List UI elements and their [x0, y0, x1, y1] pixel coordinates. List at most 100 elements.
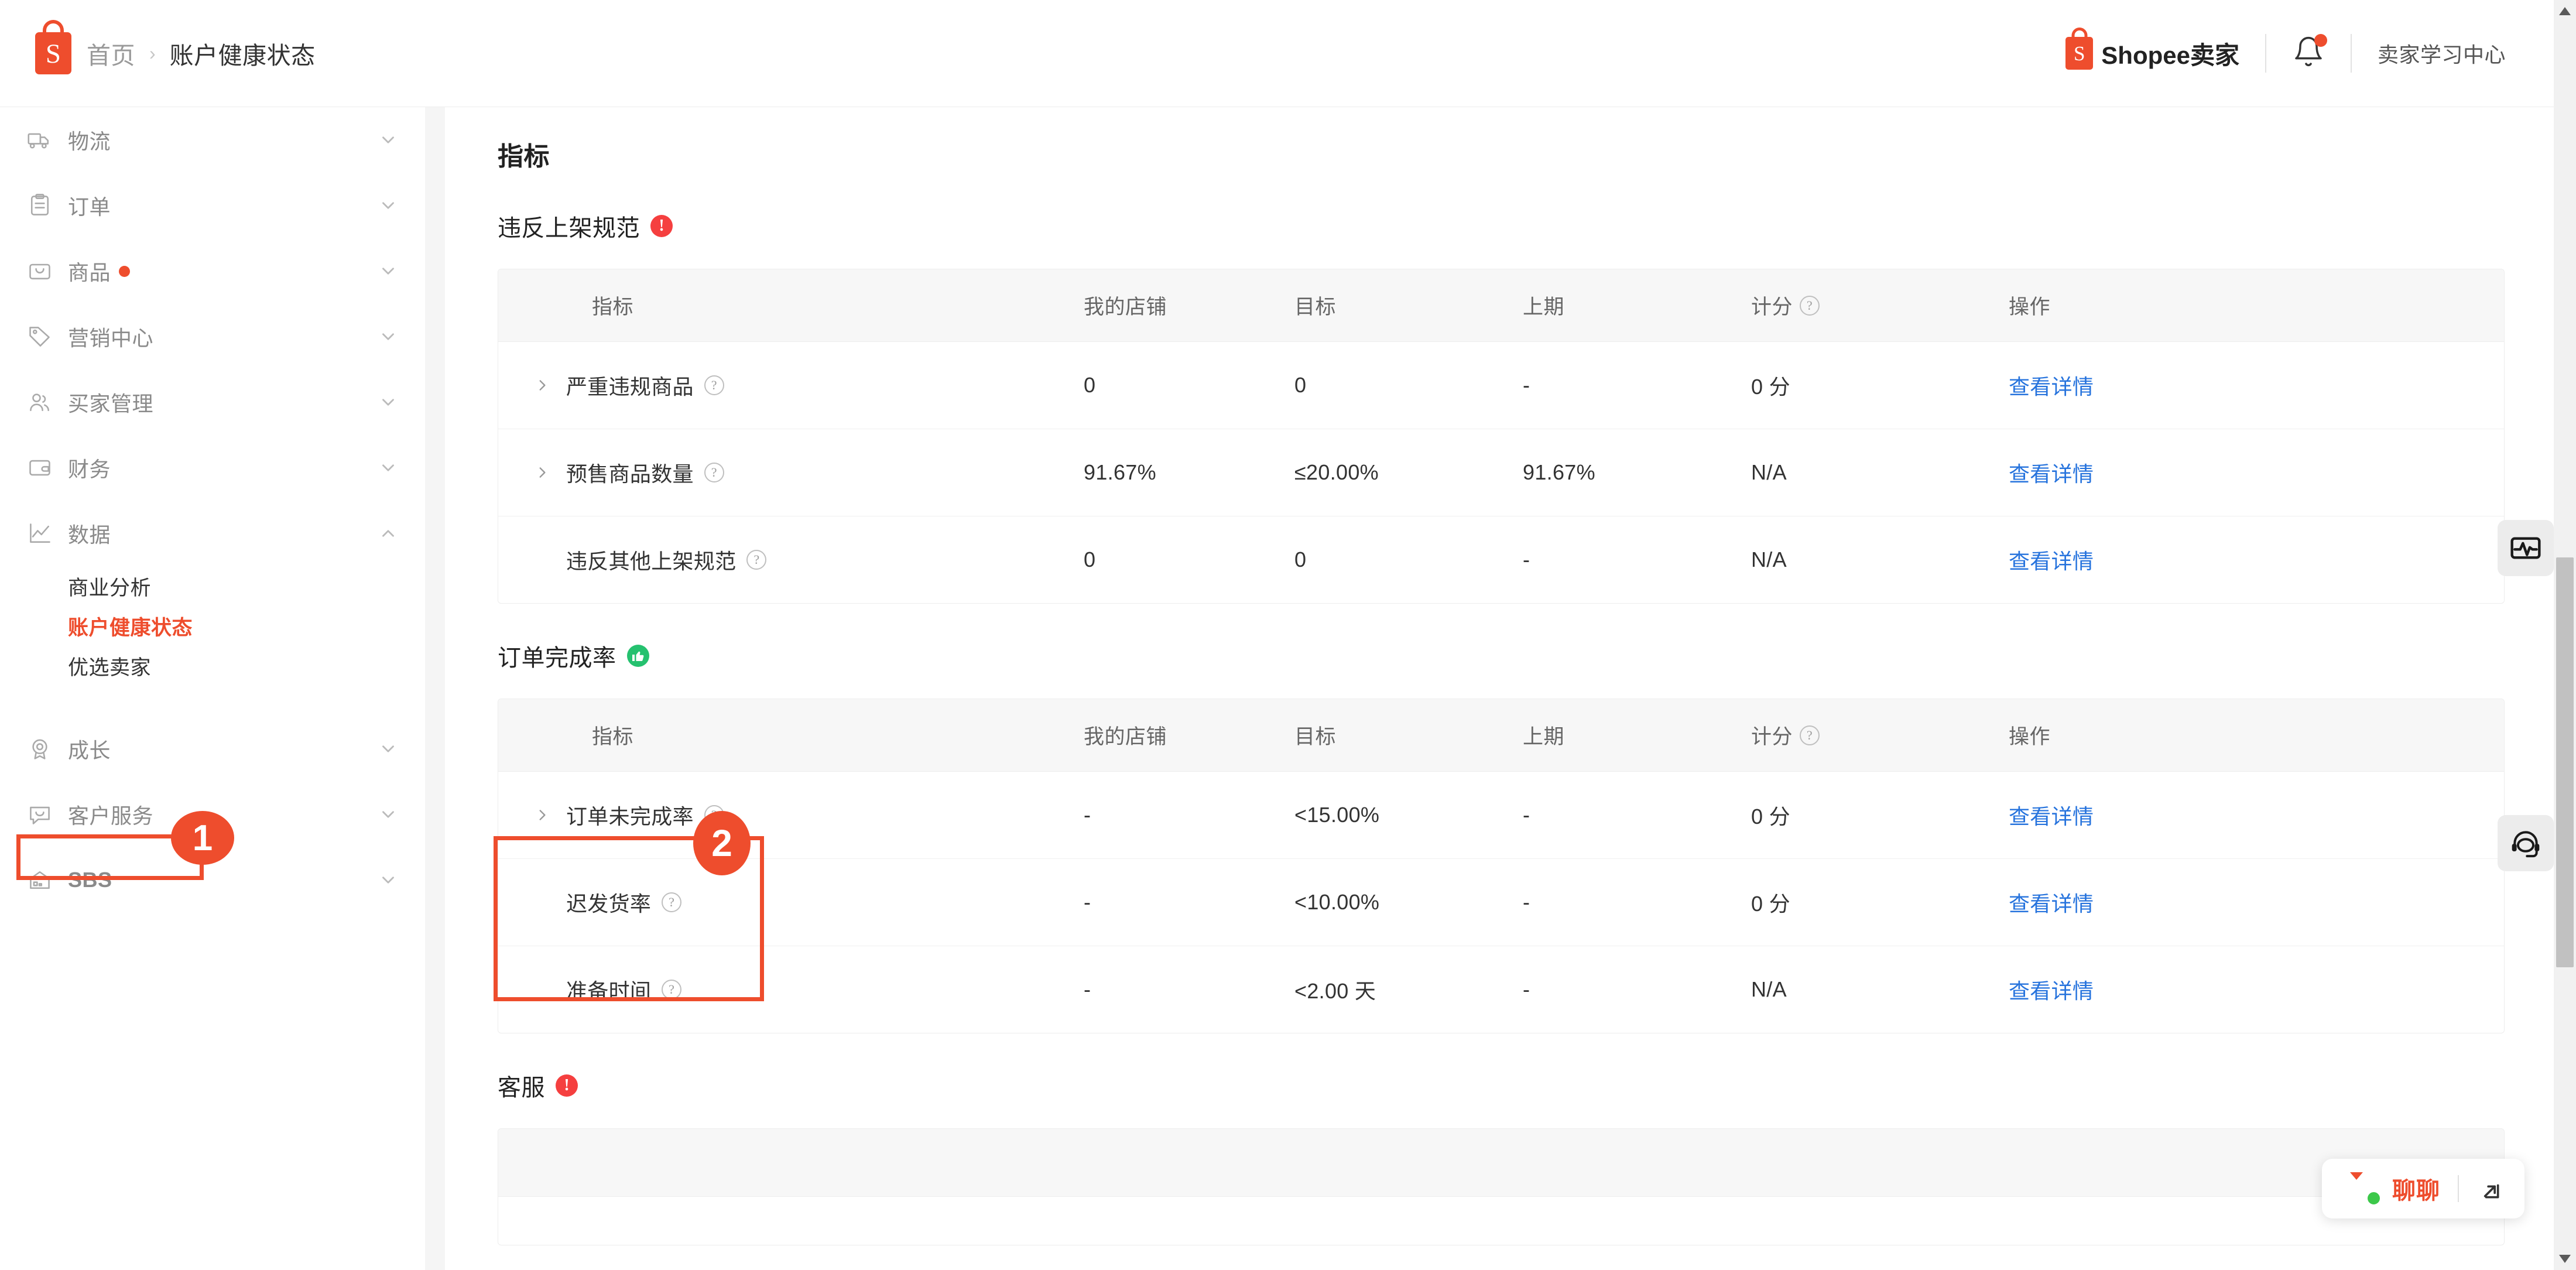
- sidebar-item-products[interactable]: 商品: [0, 238, 425, 304]
- view-details-link[interactable]: 查看详情: [2009, 549, 2094, 573]
- users-icon: [27, 389, 53, 415]
- view-details-link[interactable]: 查看详情: [2009, 462, 2094, 486]
- new-indicator-dot: [119, 266, 130, 277]
- sidebar-gap: [425, 107, 445, 1270]
- cell-target: <10.00%: [1294, 859, 1523, 946]
- sidebar-item-business-analytics[interactable]: 商业分析: [0, 566, 425, 606]
- page-scrollbar[interactable]: [2554, 0, 2576, 1270]
- cell-metric-name: 订单未完成率 ?: [498, 772, 1084, 859]
- sidebar-subitem-label: 商业分析: [68, 571, 151, 601]
- wallet-icon: [27, 455, 53, 481]
- cell-target: 0: [1294, 342, 1523, 429]
- question-circle-icon[interactable]: ?: [746, 550, 766, 570]
- sidebar-item-data[interactable]: 数据: [0, 501, 425, 566]
- cell-previous: -: [1523, 342, 1751, 429]
- chevron-right-icon[interactable]: [535, 465, 560, 480]
- view-details-link[interactable]: 查看详情: [2009, 892, 2094, 916]
- chevron-down-icon[interactable]: [378, 261, 398, 281]
- cell-metric-name: 严重违规商品 ?: [498, 342, 1084, 429]
- sidebar-item-logistics[interactable]: 物流: [0, 107, 425, 173]
- chat-widget[interactable]: 聊聊: [2322, 1159, 2524, 1218]
- question-circle-icon[interactable]: ?: [662, 980, 681, 999]
- chevron-down-icon[interactable]: [378, 327, 398, 347]
- chevron-down-icon[interactable]: [378, 870, 398, 890]
- cell-my-shop: -: [1084, 772, 1294, 859]
- col-header-action: 操作: [2009, 699, 2504, 772]
- view-details-link[interactable]: 查看详情: [2009, 375, 2094, 399]
- chevron-down-icon[interactable]: [378, 805, 398, 824]
- header-right: S Shopee卖家 卖家学习中心: [2065, 0, 2576, 107]
- table-row: 违反其他上架规范 ? 0 0 - N/A 查看详情: [498, 516, 2504, 604]
- cell-previous: -: [1523, 516, 1751, 604]
- sidebar-subitem-label: 优选卖家: [68, 651, 151, 681]
- sidebar-item-buyer-management[interactable]: 买家管理: [0, 369, 425, 435]
- question-circle-icon[interactable]: ?: [1800, 296, 1820, 316]
- scrollbar-thumb[interactable]: [2556, 557, 2574, 967]
- cell-score: N/A: [1751, 946, 2009, 1033]
- sidebar-item-label: 财务: [68, 453, 111, 483]
- sidebar-item-label: SBS: [68, 868, 112, 892]
- sidebar-item-label: 成长: [68, 734, 111, 764]
- cell-action: 查看详情: [2009, 429, 2504, 516]
- headset-support-icon-button[interactable]: [2498, 815, 2554, 871]
- scroll-down-arrow-icon[interactable]: [2554, 1248, 2576, 1270]
- question-circle-icon[interactable]: ?: [704, 463, 724, 482]
- health-pulse-icon: [2509, 532, 2542, 564]
- chevron-up-icon[interactable]: [378, 523, 398, 543]
- shopee-bag-icon[interactable]: S: [35, 32, 71, 74]
- top-header: S 首页 › 账户健康状态 S Shopee卖家 卖家学习中心: [0, 0, 2576, 107]
- cell-metric-name: 准备时间 ?: [498, 946, 1084, 1033]
- thumbs-up-icon: [627, 645, 649, 667]
- section-title: 客服: [498, 1069, 545, 1103]
- sidebar-item-finance[interactable]: 财务: [0, 435, 425, 501]
- view-details-link[interactable]: 查看详情: [2009, 805, 2094, 829]
- scroll-up-arrow-icon[interactable]: [2554, 0, 2576, 22]
- sidebar-item-marketing[interactable]: 营销中心: [0, 304, 425, 369]
- col-header-metric: 指标: [498, 269, 1084, 342]
- cell-previous: -: [1523, 946, 1751, 1033]
- metrics-card-customer-service: [498, 1128, 2505, 1245]
- seller-learning-center-link[interactable]: 卖家学习中心: [2378, 38, 2506, 69]
- page-title: 指标: [498, 135, 2505, 173]
- chevron-down-icon[interactable]: [378, 739, 398, 759]
- metrics-card-order-completion: 指标 我的店铺 目标 上期 计分 ? 操作: [498, 699, 2505, 1033]
- col-header-target: 目标: [1294, 269, 1523, 342]
- metric-label: 准备时间: [566, 974, 651, 1005]
- chevron-down-icon[interactable]: [378, 130, 398, 150]
- table-row: 订单未完成率 ? - <15.00% - 0 分 查看详情: [498, 772, 2504, 859]
- cell-score: 0 分: [1751, 859, 2009, 946]
- expand-arrow-icon[interactable]: [2476, 1176, 2502, 1201]
- notification-bell-icon[interactable]: [2292, 35, 2325, 71]
- view-details-link[interactable]: 查看详情: [2009, 979, 2094, 1003]
- cell-my-shop: 0: [1084, 516, 1294, 604]
- table-header-row: 指标 我的店铺 目标 上期 计分 ? 操作: [498, 269, 2504, 342]
- sidebar-item-preferred-seller[interactable]: 优选卖家: [0, 646, 425, 686]
- col-header-score: 计分 ?: [1751, 269, 2009, 342]
- section-title: 订单完成率: [498, 639, 616, 673]
- chevron-down-icon[interactable]: [378, 196, 398, 215]
- table-row: 预售商品数量 ? 91.67% ≤20.00% 91.67% N/A 查看详情: [498, 429, 2504, 516]
- chevron-right-icon[interactable]: [535, 807, 560, 823]
- question-circle-icon[interactable]: ?: [704, 805, 724, 825]
- chevron-down-icon[interactable]: [378, 458, 398, 478]
- sidebar-item-account-health[interactable]: 账户健康状态: [0, 606, 425, 646]
- sidebar-item-growth[interactable]: 成长: [0, 716, 425, 782]
- sidebar-item-customer-service[interactable]: 客户服务: [0, 782, 425, 847]
- shopee-seller-brand[interactable]: S Shopee卖家: [2065, 36, 2239, 71]
- question-circle-icon[interactable]: ?: [1800, 725, 1820, 745]
- sidebar-item-orders[interactable]: 订单: [0, 173, 425, 238]
- cell-action: 查看详情: [2009, 859, 2504, 946]
- breadcrumb-home[interactable]: 首页: [87, 36, 135, 71]
- chevron-right-icon[interactable]: [535, 378, 560, 393]
- sidebar-subitem-label: 账户健康状态: [68, 611, 193, 641]
- health-pulse-icon-button[interactable]: [2498, 520, 2554, 576]
- chat-bubble-icon: [2344, 1173, 2380, 1204]
- question-circle-icon[interactable]: ?: [662, 892, 681, 912]
- sidebar-item-sbs[interactable]: SBS: [0, 847, 425, 913]
- chevron-down-icon[interactable]: [378, 392, 398, 412]
- tag-icon: [27, 324, 53, 350]
- question-circle-icon[interactable]: ?: [704, 375, 724, 395]
- col-header-metric: 指标: [498, 699, 1084, 772]
- clipboard-icon: [27, 193, 53, 218]
- sidebar-item-label: 买家管理: [68, 387, 153, 417]
